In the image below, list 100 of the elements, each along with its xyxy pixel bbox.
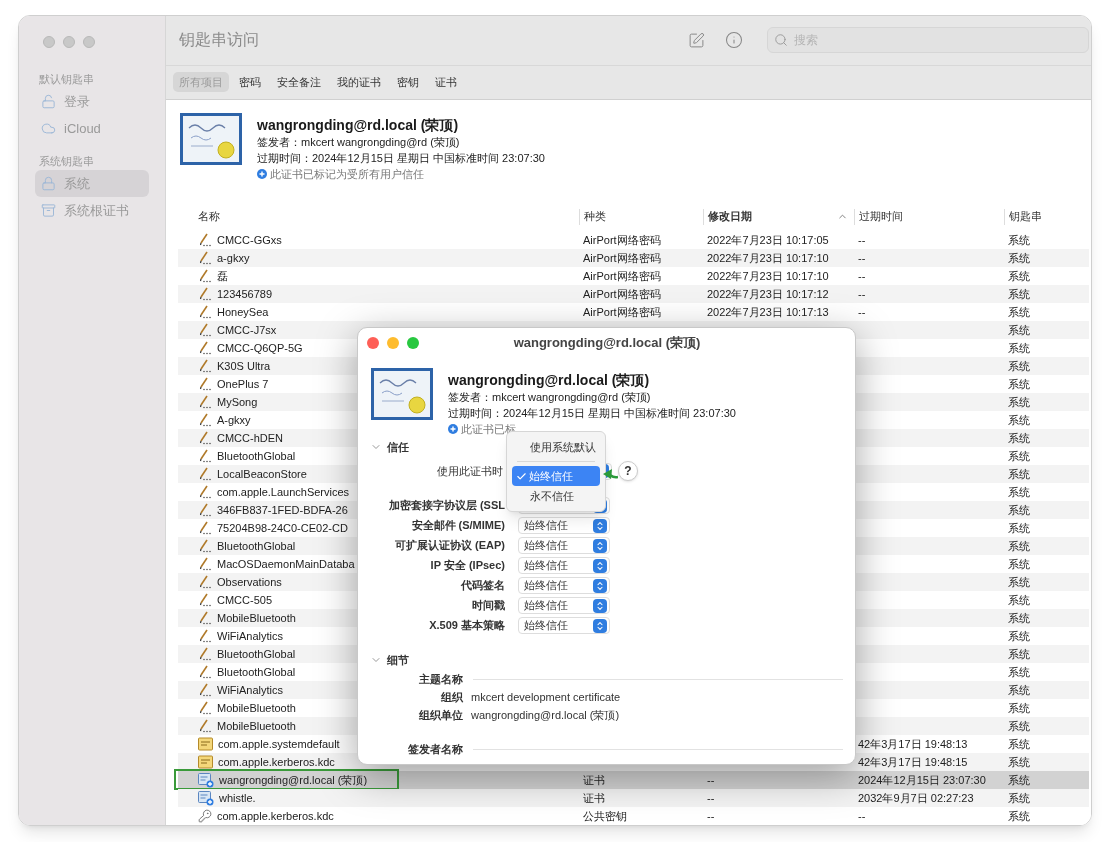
- table-cell: 证书: [583, 791, 605, 804]
- table-cell-text: WiFiAnalytics: [217, 628, 283, 644]
- table-cell: 系统: [1008, 503, 1030, 516]
- table-cell-text: com.apple.LaunchServices: [217, 484, 350, 500]
- table-cell-text: 346FB837-1FED-BDFA-26: [217, 502, 348, 518]
- table-cell: 系统: [1008, 305, 1030, 318]
- table-cell: 系统: [1008, 413, 1030, 426]
- table-cell-text: Observations: [217, 574, 282, 590]
- table-cell: AirPort网络密码: [583, 305, 661, 318]
- table-cell: 系统: [1008, 485, 1030, 498]
- table-cell: --: [707, 809, 715, 822]
- table-cell-text: LocalBeaconStore: [217, 466, 307, 482]
- group-heading: 主题名称: [418, 671, 463, 687]
- table-cell: 公共密钥: [583, 809, 627, 822]
- group-heading: 签发者名称: [407, 741, 463, 757]
- table-cell: 系统: [1008, 431, 1030, 444]
- table-cell-text: CMCC-505: [217, 592, 272, 608]
- field-value: wangrongding@rd.local (荣顶): [471, 707, 620, 723]
- table-cell: 系统: [1008, 647, 1030, 660]
- table-cell: 系统: [1008, 359, 1030, 372]
- table-cell: --: [707, 791, 715, 804]
- table-cell-text: WiFiAnalytics: [217, 682, 283, 698]
- table-cell-text: MobileBluetooth: [217, 718, 296, 734]
- table-cell: AirPort网络密码: [583, 269, 661, 282]
- section-heading: 细节: [387, 652, 409, 668]
- table-cell: --: [858, 305, 866, 318]
- table-cell: 系统: [1008, 737, 1030, 750]
- table-cell: 系统: [1008, 233, 1030, 246]
- table-cell-text: CMCC-Q6QP-5G: [217, 340, 303, 356]
- sidebar-heading: 系统钥匙串: [38, 154, 95, 169]
- table-cell: 系统: [1008, 791, 1030, 804]
- table-cell-text: a-gkxy: [217, 250, 250, 266]
- field-label: 使用此证书时: [436, 463, 503, 479]
- table-cell: 2022年7月23日 10:17:13: [707, 305, 829, 318]
- table-cell: 系统: [1008, 575, 1030, 588]
- table-cell: 系统: [1008, 611, 1030, 624]
- table-cell: AirPort网络密码: [583, 251, 661, 264]
- expiry-text: 过期时间：2024年12月15日 星期日 中国标准时间 23:07:30: [257, 151, 545, 167]
- table-cell: 系统: [1008, 683, 1030, 696]
- table-cell: 2022年7月23日 10:17:10: [707, 269, 829, 282]
- field-label: 安全邮件 (S/MIME): [410, 518, 505, 534]
- table-cell: 系统: [1008, 557, 1030, 570]
- table-cell-text: MySong: [217, 394, 258, 410]
- table-cell-text: HoneySea: [217, 304, 269, 320]
- field-label: 时间戳: [471, 598, 505, 614]
- table-cell-text: OnePlus 7: [217, 376, 269, 392]
- table-cell-text: com.apple.kerberos.kdc: [218, 754, 335, 770]
- table-cell: 2022年7月23日 10:17:12: [707, 287, 829, 300]
- table-cell: 2022年7月23日 10:17:10: [707, 251, 829, 264]
- table-cell: 系统: [1008, 269, 1030, 282]
- table-cell: 42年3月17日 19:48:15: [858, 755, 968, 768]
- table-cell: 系统: [1008, 539, 1030, 552]
- table-cell-text: 75204B98-24C0-CE02-CD: [217, 520, 348, 536]
- table-cell-text: BluetoothGlobal: [217, 646, 296, 662]
- table-cell-text: BluetoothGlobal: [217, 664, 296, 680]
- table-cell: 42年3月17日 19:48:13: [858, 737, 968, 750]
- expiry-text: 过期时间：2024年12月15日 星期日 中国标准时间 23:07:30: [448, 406, 736, 421]
- table-cell: 系统: [1008, 773, 1030, 786]
- table-cell: AirPort网络密码: [583, 233, 661, 246]
- table-cell-text: wangrongding@rd.local (荣顶): [219, 772, 368, 788]
- certificate-title: wangrongding@rd.local (荣顶): [257, 116, 460, 135]
- field-label: 组织单位: [418, 707, 463, 723]
- table-cell-text: 123456789: [217, 286, 273, 302]
- table-cell: 系统: [1008, 809, 1030, 822]
- table-cell: 系统: [1008, 287, 1030, 300]
- table-cell: 系统: [1008, 377, 1030, 390]
- table-cell-text: 磊: [217, 268, 228, 284]
- table-cell-text: com.apple.systemdefault: [218, 736, 340, 752]
- table-cell: --: [707, 773, 715, 786]
- table-cell: --: [858, 287, 866, 300]
- field-label: 组织: [440, 689, 463, 705]
- table-cell: 系统: [1008, 755, 1030, 768]
- table-cell-text: CMCC-GGxs: [217, 232, 282, 248]
- table-cell-text: BluetoothGlobal: [217, 538, 296, 554]
- table-cell: 系统: [1008, 323, 1030, 336]
- table-cell: AirPort网络密码: [583, 287, 661, 300]
- window-title: 钥匙串访问: [179, 30, 259, 51]
- table-cell: 2022年7月23日 10:17:05: [707, 233, 829, 246]
- table-cell: 系统: [1008, 665, 1030, 678]
- table-cell: 系统: [1008, 593, 1030, 606]
- issuer-text: 签发者：mkcert wangrongding@rd (荣顶): [448, 390, 652, 405]
- table-cell-text: BluetoothGlobal: [217, 448, 296, 464]
- table-cell-text: com.apple.kerberos.kdc: [217, 808, 334, 824]
- table-cell: 系统: [1008, 449, 1030, 462]
- table-cell: --: [858, 269, 866, 282]
- table-cell: 2032年9月7日 02:27:23: [858, 791, 974, 804]
- table-cell-text: MacOSDaemonMainDataba: [217, 556, 355, 572]
- table-cell-text: whistle.: [219, 790, 256, 806]
- issuer-text: 签发者：mkcert wangrongding@rd (荣顶): [257, 135, 461, 151]
- table-cell: 证书: [583, 773, 605, 786]
- table-cell: 系统: [1008, 341, 1030, 354]
- table-cell: 系统: [1008, 251, 1030, 264]
- table-cell-text: K30S Ultra: [217, 358, 271, 374]
- table-cell: 系统: [1008, 521, 1030, 534]
- table-cell: 系统: [1008, 629, 1030, 642]
- table-cell-text: CMCC-J7sx: [217, 322, 277, 338]
- section-heading: 信任: [387, 439, 409, 455]
- field-label: IP 安全 (IPsec): [429, 558, 505, 574]
- field-value: mkcert development certificate: [471, 689, 621, 705]
- table-cell: 系统: [1008, 701, 1030, 714]
